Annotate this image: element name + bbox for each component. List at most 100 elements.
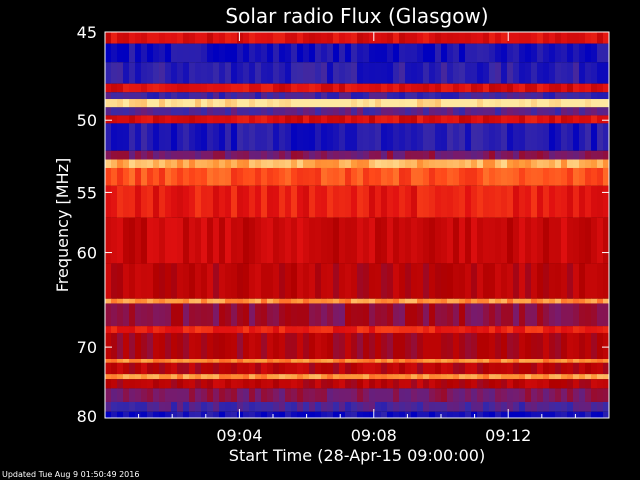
spectrogram-cell bbox=[399, 92, 406, 100]
spectrogram-cell bbox=[285, 374, 292, 380]
spectrogram-cell bbox=[495, 217, 502, 264]
spectrogram-cell bbox=[399, 115, 406, 124]
spectrogram-cell bbox=[327, 303, 334, 327]
spectrogram-cell bbox=[321, 263, 328, 299]
spectrogram-cell bbox=[141, 332, 148, 359]
spectrogram-cell bbox=[489, 99, 496, 108]
spectrogram-cell bbox=[291, 185, 298, 218]
spectrogram-cell bbox=[279, 159, 286, 168]
spectrogram-cell bbox=[219, 43, 226, 63]
spectrogram-cell bbox=[207, 115, 214, 124]
spectrogram-cell bbox=[261, 217, 268, 264]
spectrogram-cell bbox=[213, 359, 220, 363]
spectrogram-cell bbox=[303, 62, 310, 84]
spectrogram-cell bbox=[141, 32, 148, 44]
spectrogram-cell bbox=[555, 107, 562, 116]
spectrogram-cell bbox=[465, 359, 472, 363]
spectrogram-cell bbox=[291, 362, 298, 375]
spectrogram-cell bbox=[459, 150, 466, 160]
spectrogram-cell bbox=[483, 107, 490, 116]
spectrogram-cell bbox=[351, 217, 358, 264]
spectrogram-cell bbox=[237, 263, 244, 299]
spectrogram-cell bbox=[495, 62, 502, 84]
spectrogram-cell bbox=[129, 99, 136, 108]
spectrogram-cell bbox=[297, 326, 304, 333]
spectrogram-cell bbox=[519, 107, 526, 116]
spectrogram-cell bbox=[177, 379, 184, 389]
updated-timestamp: Updated Tue Aug 9 01:50:49 2016 bbox=[2, 470, 139, 479]
spectrogram-cell bbox=[105, 332, 112, 359]
spectrogram-cell bbox=[201, 32, 208, 44]
spectrogram-cell bbox=[417, 388, 424, 402]
spectrogram-cell bbox=[471, 379, 478, 389]
spectrogram-cell bbox=[123, 99, 130, 108]
spectrogram-cell bbox=[237, 298, 244, 304]
spectrogram-cell bbox=[507, 123, 514, 151]
spectrogram-cell bbox=[363, 32, 370, 44]
spectrogram-cell bbox=[561, 107, 568, 116]
spectrogram-cell bbox=[249, 107, 256, 116]
spectrogram-cell bbox=[171, 263, 178, 299]
spectrogram-cell bbox=[207, 99, 214, 108]
spectrogram-cell bbox=[255, 374, 262, 380]
spectrogram-cell bbox=[555, 332, 562, 359]
spectrogram-cell bbox=[243, 362, 250, 375]
spectrogram-cell bbox=[555, 411, 562, 418]
spectrogram-cell bbox=[183, 217, 190, 264]
spectrogram-cell bbox=[243, 401, 250, 412]
spectrogram-cell bbox=[267, 326, 274, 333]
spectrogram-cell bbox=[585, 150, 592, 160]
spectrogram-cell bbox=[549, 43, 556, 63]
spectrogram-cell bbox=[219, 217, 226, 264]
spectrogram-cell bbox=[411, 83, 418, 93]
spectrogram-cell bbox=[117, 359, 124, 363]
spectrogram-cell bbox=[177, 99, 184, 108]
spectrogram-cell bbox=[177, 411, 184, 418]
spectrogram-cell bbox=[417, 99, 424, 108]
spectrogram-cell bbox=[105, 92, 112, 100]
spectrogram-cell bbox=[279, 107, 286, 116]
spectrogram-cell bbox=[495, 32, 502, 44]
spectrogram-cell bbox=[159, 411, 166, 418]
spectrogram-cell bbox=[243, 263, 250, 299]
spectrogram-cell bbox=[213, 374, 220, 380]
spectrogram-cell bbox=[399, 107, 406, 116]
spectrogram-cell bbox=[279, 303, 286, 327]
spectrogram-band bbox=[105, 298, 610, 304]
spectrogram-cell bbox=[303, 99, 310, 108]
spectrogram-cell bbox=[411, 150, 418, 160]
spectrogram-cell bbox=[537, 115, 544, 124]
spectrogram-cell bbox=[165, 359, 172, 363]
spectrogram-cell bbox=[369, 32, 376, 44]
spectrogram-cell bbox=[219, 298, 226, 304]
spectrogram-cell bbox=[153, 83, 160, 93]
spectrogram-cell bbox=[279, 150, 286, 160]
spectrogram-cell bbox=[417, 185, 424, 218]
spectrogram-cell bbox=[315, 150, 322, 160]
spectrogram-cell bbox=[375, 298, 382, 304]
spectrogram-cell bbox=[201, 303, 208, 327]
spectrogram-cell bbox=[537, 123, 544, 151]
spectrogram-cell bbox=[327, 115, 334, 124]
spectrogram-cell bbox=[573, 83, 580, 93]
spectrogram-cell bbox=[351, 92, 358, 100]
spectrogram-cell bbox=[369, 83, 376, 93]
spectrogram-cell bbox=[303, 359, 310, 363]
spectrogram-cell bbox=[237, 99, 244, 108]
spectrogram-cell bbox=[549, 388, 556, 402]
spectrogram-cell bbox=[447, 32, 454, 44]
spectrogram-cell bbox=[183, 379, 190, 389]
spectrogram-cell bbox=[123, 263, 130, 299]
spectrogram-cell bbox=[501, 92, 508, 100]
spectrogram-cell bbox=[489, 107, 496, 116]
spectrogram-cell bbox=[189, 332, 196, 359]
spectrogram-cell bbox=[579, 83, 586, 93]
spectrogram-cell bbox=[153, 298, 160, 304]
spectrogram-cell bbox=[135, 217, 142, 264]
spectrogram-cell bbox=[501, 115, 508, 124]
spectrogram-cell bbox=[111, 99, 118, 108]
spectrogram-cell bbox=[555, 43, 562, 63]
spectrogram-cell bbox=[153, 115, 160, 124]
spectrogram-cell bbox=[231, 326, 238, 333]
spectrogram-cell bbox=[243, 32, 250, 44]
